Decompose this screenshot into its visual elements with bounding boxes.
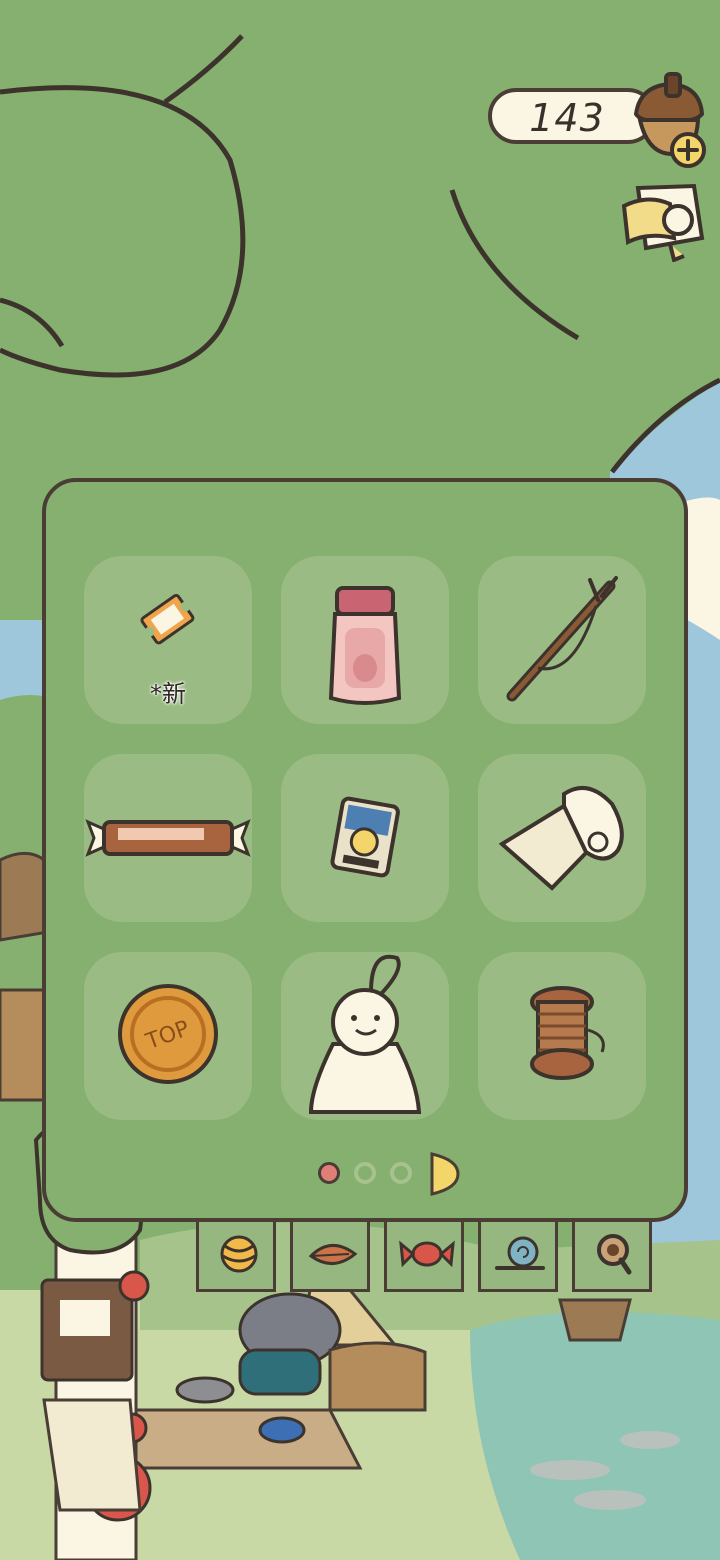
candy-icon <box>399 1240 455 1268</box>
next-page-arrow-icon[interactable] <box>428 1150 462 1198</box>
item-slot-jar[interactable] <box>281 556 449 724</box>
tab-snail[interactable] <box>478 1222 558 1292</box>
bottle-cap-icon: TOP <box>118 984 218 1084</box>
tab-candy[interactable] <box>384 1222 464 1292</box>
tab-yarn[interactable] <box>196 1222 276 1292</box>
item-new-label: *新 <box>150 680 186 708</box>
tab-leaf[interactable] <box>290 1222 370 1292</box>
page-dot-2[interactable] <box>354 1162 376 1184</box>
item-slot-bottle-cap[interactable]: TOP <box>84 952 252 1120</box>
tea-card-icon <box>330 796 400 878</box>
page-dot-1-active[interactable] <box>318 1162 340 1184</box>
snail-icon <box>495 1236 545 1270</box>
item-slot-teru-teru[interactable] <box>281 952 449 1120</box>
teru-teru-bozu-icon <box>308 954 422 1114</box>
item-slot-tea-card[interactable] <box>281 754 449 922</box>
yarn-ball-icon <box>220 1235 258 1273</box>
fishing-rod-icon <box>506 576 618 702</box>
currency-value: 143 <box>529 96 605 140</box>
magnifier-icon <box>597 1234 632 1275</box>
item-slot-fishing-rod[interactable] <box>478 556 646 724</box>
candy-bar-icon <box>85 819 251 857</box>
inventory-panel: *新 TOP <box>42 478 688 1222</box>
page-dot-3[interactable] <box>390 1162 412 1184</box>
item-slot-ticket[interactable]: *新 <box>84 556 252 724</box>
paper-roll-icon <box>498 785 624 891</box>
plus-icon[interactable] <box>668 130 708 170</box>
item-slot-candy-bar[interactable] <box>84 754 252 922</box>
tab-search[interactable] <box>572 1222 652 1292</box>
item-slot-paper-roll[interactable] <box>478 754 646 922</box>
thread-spool-icon <box>530 986 605 1080</box>
item-slot-thread-spool[interactable] <box>478 952 646 1120</box>
leaf-icon <box>308 1244 358 1265</box>
jar-bottle-icon <box>328 586 402 705</box>
letter-icon[interactable] <box>618 176 708 262</box>
